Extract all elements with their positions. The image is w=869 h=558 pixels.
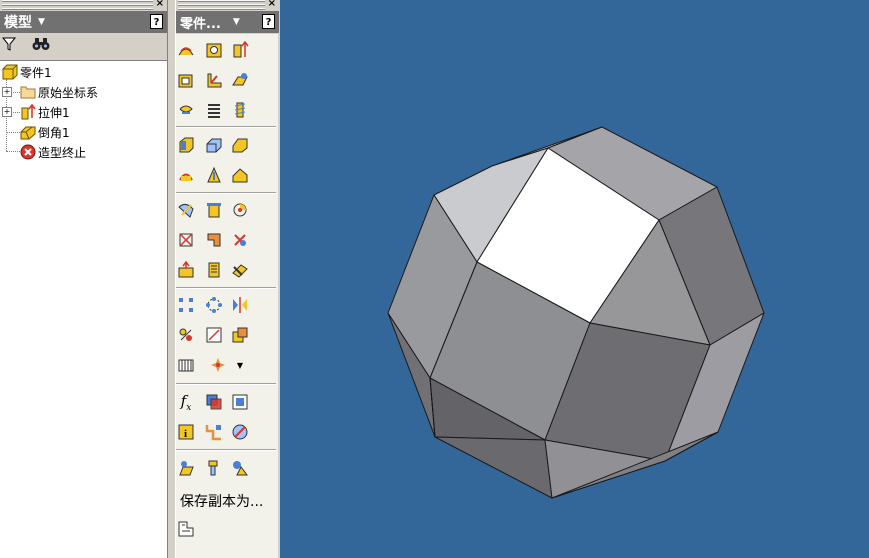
- panel-grip[interactable]: [2, 0, 153, 10]
- tree-item-label: 拉伸1: [38, 105, 70, 120]
- derive-icon[interactable]: [204, 392, 224, 412]
- sketch-icon[interactable]: [204, 325, 224, 345]
- circular-pattern-icon[interactable]: [204, 295, 224, 315]
- grill-icon[interactable]: [176, 355, 196, 375]
- rhombicuboctahedron-model[interactable]: [280, 0, 869, 558]
- tree-item-label: 原始坐标系: [38, 85, 99, 100]
- revolve-icon[interactable]: [176, 40, 196, 60]
- add-user-feature-icon[interactable]: [176, 458, 196, 478]
- shell-icon[interactable]: [176, 70, 196, 90]
- rectangular-pattern-icon[interactable]: [176, 295, 196, 315]
- end-of-part-icon: [20, 144, 36, 160]
- save-copy-as-button[interactable]: 保存副本为...: [180, 491, 263, 511]
- replace-face-icon[interactable]: [230, 230, 250, 250]
- panel-grip[interactable]: [178, 0, 265, 10]
- part-tool-icon[interactable]: [176, 519, 196, 539]
- tree-item-part[interactable]: 零件1: [2, 63, 52, 81]
- tree-item-extrude[interactable]: 拉伸1: [20, 103, 70, 121]
- help-button[interactable]: ?: [262, 14, 275, 29]
- panel-title: 零件...: [180, 16, 221, 32]
- emboss-icon[interactable]: [204, 165, 224, 185]
- insert-ifeature-icon[interactable]: [204, 458, 224, 478]
- decal-icon[interactable]: [230, 165, 250, 185]
- parameters-icon[interactable]: fx: [176, 392, 196, 413]
- face-draft-icon[interactable]: [230, 135, 250, 155]
- model-toolbar: [0, 34, 167, 58]
- expand-toggle[interactable]: +: [2, 87, 12, 97]
- mirror-icon[interactable]: [230, 295, 250, 315]
- info-icon[interactable]: i: [176, 422, 196, 442]
- table-driven-icon[interactable]: [204, 422, 224, 442]
- work-plane-icon[interactable]: [176, 200, 196, 220]
- tree-item-origin[interactable]: 原始坐标系: [20, 83, 98, 101]
- analysis-icon[interactable]: [230, 422, 250, 442]
- fillet-icon[interactable]: [176, 135, 196, 155]
- feature-toolbar: ▼ fx i 保存副本为...: [176, 34, 278, 558]
- sweep-icon[interactable]: [176, 100, 196, 120]
- thicken-offset-icon[interactable]: [230, 260, 250, 280]
- work-feature-icon[interactable]: [208, 355, 228, 375]
- tree-item-chamfer[interactable]: 倒角1: [20, 123, 70, 141]
- feature-panel-title-bar[interactable]: 零件... ▼ ?: [176, 11, 279, 33]
- dropdown-arrow-icon[interactable]: ▼: [230, 355, 250, 375]
- model-face: [434, 436, 553, 499]
- bend-part-icon[interactable]: [204, 230, 224, 250]
- extrude-icon: [20, 103, 36, 120]
- tree-item-end-of-part[interactable]: 造型终止: [20, 143, 86, 161]
- binoculars-icon[interactable]: [32, 37, 50, 55]
- model-tree: 零件1 + 原始坐标系 + 拉伸1 倒角1 造型终止: [0, 60, 167, 558]
- model-panel-title-bar[interactable]: 模型 ▼ ?: [0, 11, 167, 33]
- combine-icon[interactable]: [230, 325, 250, 345]
- create-ifeature-icon[interactable]: [230, 458, 250, 478]
- filter-icon[interactable]: [1, 37, 17, 55]
- model-browser-panel: × 模型 ▼ ? 零件1 + 原始坐标系 + 拉伸1 倒角1 造型终止: [0, 0, 168, 558]
- loft-icon[interactable]: [230, 70, 250, 90]
- help-button[interactable]: ?: [150, 14, 163, 29]
- derived-component-icon[interactable]: [176, 260, 196, 280]
- expand-toggle[interactable]: +: [2, 107, 12, 117]
- extrude-icon[interactable]: [230, 40, 250, 60]
- splitter[interactable]: [168, 0, 175, 558]
- work-axis-icon[interactable]: [204, 200, 224, 220]
- close-icon[interactable]: ×: [268, 0, 276, 9]
- hole-icon[interactable]: [204, 40, 224, 60]
- close-icon[interactable]: ×: [156, 0, 164, 9]
- chevron-down-icon[interactable]: ▼: [38, 17, 45, 27]
- tree-item-label: 倒角1: [38, 125, 70, 140]
- sketch-driven-pattern-icon[interactable]: [176, 325, 196, 345]
- split-icon[interactable]: [176, 165, 196, 185]
- tree-item-label: 零件1: [20, 65, 52, 80]
- convert-icon[interactable]: [230, 392, 250, 412]
- tree-item-label: 造型终止: [38, 145, 87, 160]
- graphics-viewport[interactable]: [280, 0, 869, 558]
- rib-icon[interactable]: [204, 70, 224, 90]
- folder-icon: [20, 84, 36, 100]
- chamfer-icon: [20, 124, 36, 140]
- delete-face-icon[interactable]: [176, 230, 196, 250]
- svg-text:i: i: [184, 428, 187, 440]
- chevron-down-icon[interactable]: ▼: [233, 17, 240, 27]
- coil-icon[interactable]: [204, 100, 224, 120]
- work-point-icon[interactable]: [230, 200, 250, 220]
- panel-title: 模型: [4, 15, 32, 31]
- copy-object-icon[interactable]: [204, 260, 224, 280]
- thread-icon[interactable]: [230, 100, 250, 120]
- chamfer-icon[interactable]: [204, 135, 224, 155]
- part-icon: [2, 64, 18, 80]
- part-features-panel: × 零件... ▼ ? ▼ fx i 保存副本为...: [175, 0, 279, 558]
